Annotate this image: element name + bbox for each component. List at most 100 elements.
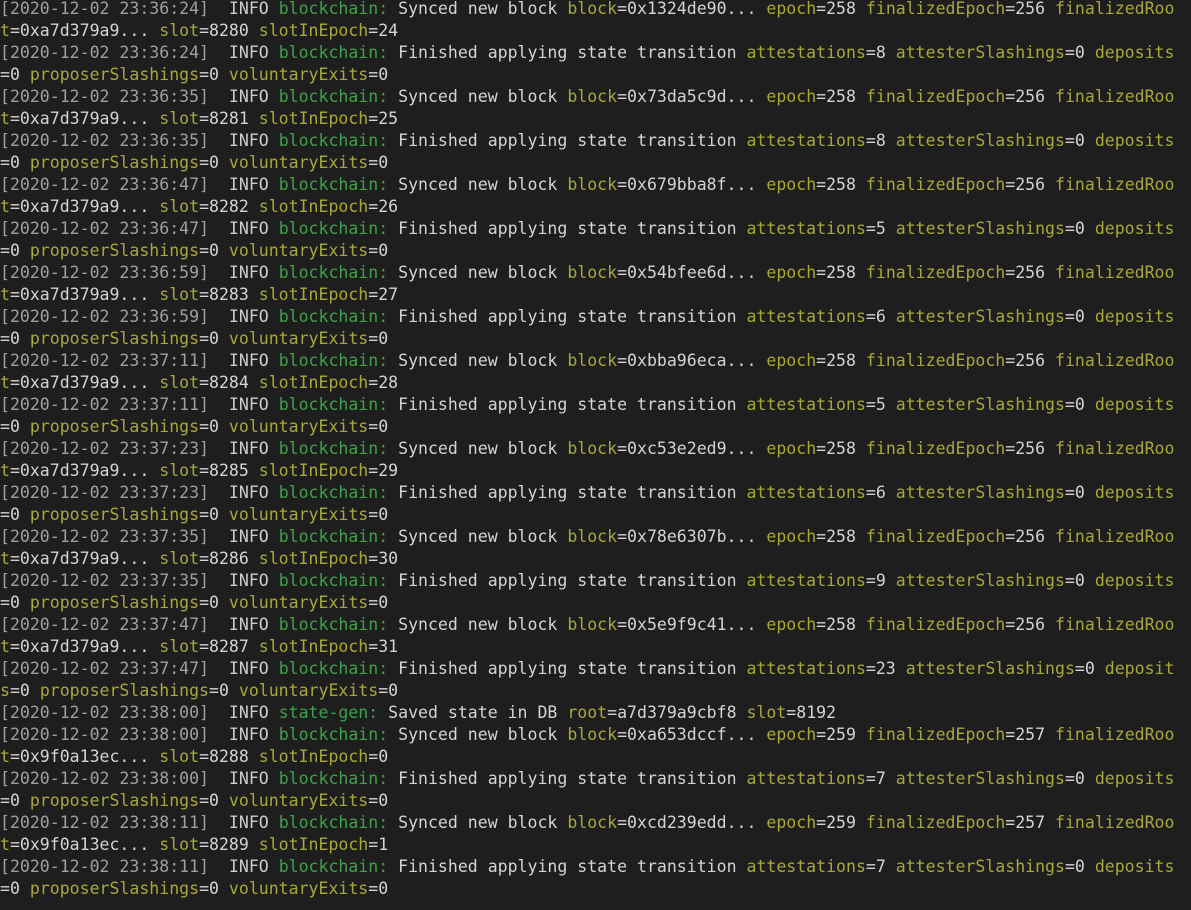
log-field-key: voluntaryExits xyxy=(238,681,379,700)
log-field-value: 0xa7d379a9... xyxy=(19,197,150,216)
log-text: = xyxy=(1064,857,1075,876)
log-field-value: 259 xyxy=(826,813,856,832)
log-field-key: proposerSlashings xyxy=(29,329,200,348)
log-level: INFO xyxy=(228,769,269,788)
log-message: Synced new block xyxy=(398,725,558,744)
log-field-value: 0x9f0a13ec... xyxy=(19,747,150,766)
log-text: = xyxy=(199,329,210,348)
log-text: = xyxy=(865,307,876,326)
log-field-key: block xyxy=(567,615,618,634)
log-text: = xyxy=(607,703,618,722)
log-field-key: finalizedRoo xyxy=(1055,351,1175,370)
log-text: = xyxy=(0,329,10,348)
log-field-value: 5 xyxy=(875,395,886,414)
log-field-key: proposerSlashings xyxy=(29,65,200,84)
log-timestamp: [2020-12-02 23:37:35] xyxy=(0,527,210,546)
log-line: [2020-12-02 23:36:47] INFO blockchain: F… xyxy=(0,218,1191,240)
log-timestamp: [2020-12-02 23:36:35] xyxy=(0,87,210,106)
log-text: = xyxy=(368,21,379,40)
log-text: = xyxy=(368,835,379,854)
log-field-value: 0xa7d379a9... xyxy=(19,373,150,392)
log-field-key: deposits xyxy=(1094,483,1175,502)
log-field-key: block xyxy=(567,0,618,18)
log-line: [2020-12-02 23:37:35] INFO blockchain: S… xyxy=(0,526,1191,548)
log-text: = xyxy=(199,791,210,810)
log-field-key: attesterSlashings xyxy=(905,659,1075,678)
log-text: = xyxy=(9,285,20,304)
log-field-key: attesterSlashings xyxy=(895,219,1065,238)
log-level: INFO xyxy=(228,527,269,546)
log-text: = xyxy=(368,637,379,656)
log-field-key: slot xyxy=(159,549,200,568)
log-field-key: voluntaryExits xyxy=(228,153,369,172)
log-field-key: t xyxy=(0,835,10,854)
log-field-value: 6 xyxy=(875,307,886,326)
log-field-key: block xyxy=(567,813,618,832)
log-field-value: 8284 xyxy=(209,373,249,392)
log-field-key: finalizedEpoch xyxy=(865,527,1006,546)
log-message: Finished applying state transition xyxy=(398,571,737,590)
log-field-key: t xyxy=(0,285,10,304)
log-field-key: attestations xyxy=(746,571,866,590)
log-line: t=0xa7d379a9... slot=8287 slotInEpoch=31 xyxy=(0,636,1191,658)
log-field-value: 0 xyxy=(9,329,20,348)
log-message: Finished applying state transition xyxy=(398,857,737,876)
log-text: = xyxy=(617,615,628,634)
log-component: blockchain: xyxy=(278,219,389,238)
log-level: INFO xyxy=(228,703,269,722)
log-level: INFO xyxy=(228,725,269,744)
log-text: = xyxy=(368,791,379,810)
log-text: = xyxy=(368,461,379,480)
log-field-value: 0 xyxy=(209,593,219,612)
log-field-value: a7d379a9cbf8 xyxy=(617,703,737,722)
log-field-value: 256 xyxy=(1015,0,1046,18)
log-text: = xyxy=(0,879,10,898)
log-text: = xyxy=(617,439,628,458)
log-field-key: block xyxy=(567,87,618,106)
log-text: = xyxy=(816,725,827,744)
log-timestamp: [2020-12-02 23:36:47] xyxy=(0,175,210,194)
log-field-value: 0 xyxy=(209,329,219,348)
log-message: Finished applying state transition xyxy=(398,219,737,238)
log-line: =0 proposerSlashings=0 voluntaryExits=0 xyxy=(0,790,1191,812)
log-field-value: 0 xyxy=(378,417,389,436)
log-text: = xyxy=(368,153,379,172)
log-component: blockchain: xyxy=(278,439,389,458)
log-line: =0 proposerSlashings=0 voluntaryExits=0 xyxy=(0,416,1191,438)
log-field-key: slotInEpoch xyxy=(258,549,369,568)
log-field-key: attestations xyxy=(746,483,866,502)
log-field-value: 0 xyxy=(9,791,20,810)
log-field-value: 0 xyxy=(209,791,219,810)
log-text: = xyxy=(1005,813,1016,832)
log-text: = xyxy=(816,615,827,634)
log-text: = xyxy=(368,747,379,766)
log-text: = xyxy=(1064,769,1075,788)
log-field-value: 0 xyxy=(209,879,219,898)
log-text: = xyxy=(0,593,10,612)
log-field-value: 258 xyxy=(826,87,856,106)
log-field-key: attesterSlashings xyxy=(895,131,1065,150)
log-field-value: 0 xyxy=(9,879,20,898)
log-field-key: t xyxy=(0,549,10,568)
log-field-value: 7 xyxy=(875,769,886,788)
log-field-key: voluntaryExits xyxy=(228,241,369,260)
log-field-key: slotInEpoch xyxy=(258,747,369,766)
log-field-value: 258 xyxy=(826,0,856,18)
terminal-output[interactable]: [2020-12-02 23:36:24] INFO blockchain: S… xyxy=(0,0,1191,910)
log-field-key: t xyxy=(0,637,10,656)
log-text: = xyxy=(9,21,20,40)
log-field-key: attestations xyxy=(746,769,866,788)
log-field-value: 256 xyxy=(1015,351,1046,370)
log-field-value: 0 xyxy=(19,681,30,700)
log-field-value: 26 xyxy=(378,197,399,216)
log-field-value: 0 xyxy=(218,681,229,700)
log-field-key: finalizedEpoch xyxy=(865,87,1006,106)
log-line: [2020-12-02 23:38:00] INFO state-gen: Sa… xyxy=(0,702,1191,724)
log-field-key: finalizedEpoch xyxy=(865,439,1006,458)
log-field-key: slotInEpoch xyxy=(258,21,369,40)
log-text: = xyxy=(1005,439,1016,458)
log-field-key: slot xyxy=(159,835,200,854)
log-field-key: slot xyxy=(159,285,200,304)
log-field-value: 0x679bba8f... xyxy=(627,175,757,194)
log-field-value: 256 xyxy=(1015,527,1046,546)
